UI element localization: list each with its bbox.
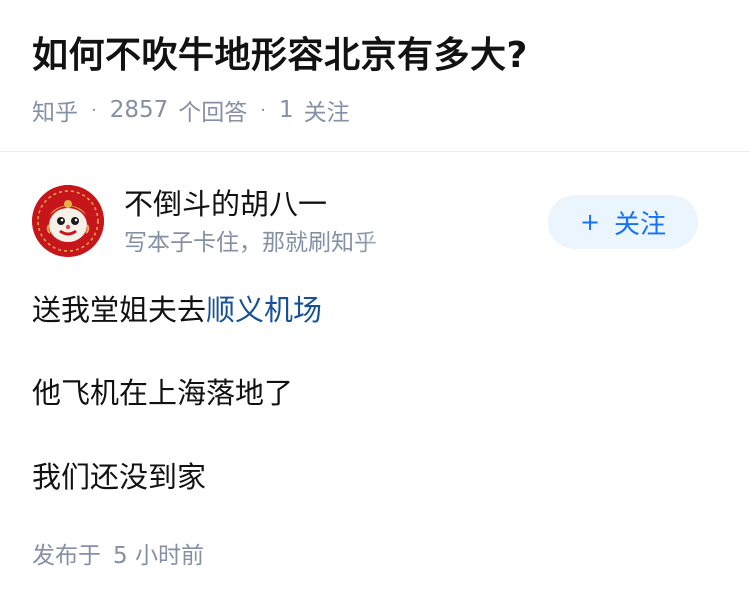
- follow-button-label: 关注: [614, 209, 667, 240]
- publish-time: 发布于 5 小时前: [32, 539, 204, 573]
- plus-icon: +: [579, 208, 601, 236]
- avatar[interactable]: [32, 185, 104, 257]
- answer-paragraph: 他飞机在上海落地了: [32, 376, 294, 410]
- answer-count: 2857: [109, 97, 169, 123]
- answer-paragraph: 送我堂姐夫去顺义机场: [32, 289, 322, 331]
- follow-count-label: 关注: [303, 100, 350, 126]
- question-title[interactable]: 如何不吹牛地形容北京有多大?: [32, 30, 722, 82]
- answer-count-label: 个回答: [178, 100, 248, 126]
- follow-count: 1: [279, 97, 294, 123]
- separator-dot: ·: [260, 99, 267, 121]
- publish-label: 发布于: [32, 543, 101, 569]
- answer-paragraph: 我们还没到家: [32, 460, 207, 494]
- author-bio: 写本子卡住，那就刷知乎: [124, 230, 377, 256]
- separator-dot: ·: [91, 99, 97, 121]
- follow-button[interactable]: + 关注: [548, 195, 698, 249]
- lion-dance-avatar-icon: [32, 185, 104, 257]
- airport-link[interactable]: 顺义机场: [206, 293, 322, 327]
- publish-time-value: 5 小时前: [113, 543, 204, 569]
- divider: [0, 151, 750, 152]
- question-meta: 知乎 · 2857 个回答 · 1 关注: [32, 93, 350, 127]
- answer-text: 送我堂姐夫去: [32, 293, 207, 327]
- author-name[interactable]: 不倒斗的胡八一: [124, 184, 327, 224]
- source-label[interactable]: 知乎: [32, 93, 78, 127]
